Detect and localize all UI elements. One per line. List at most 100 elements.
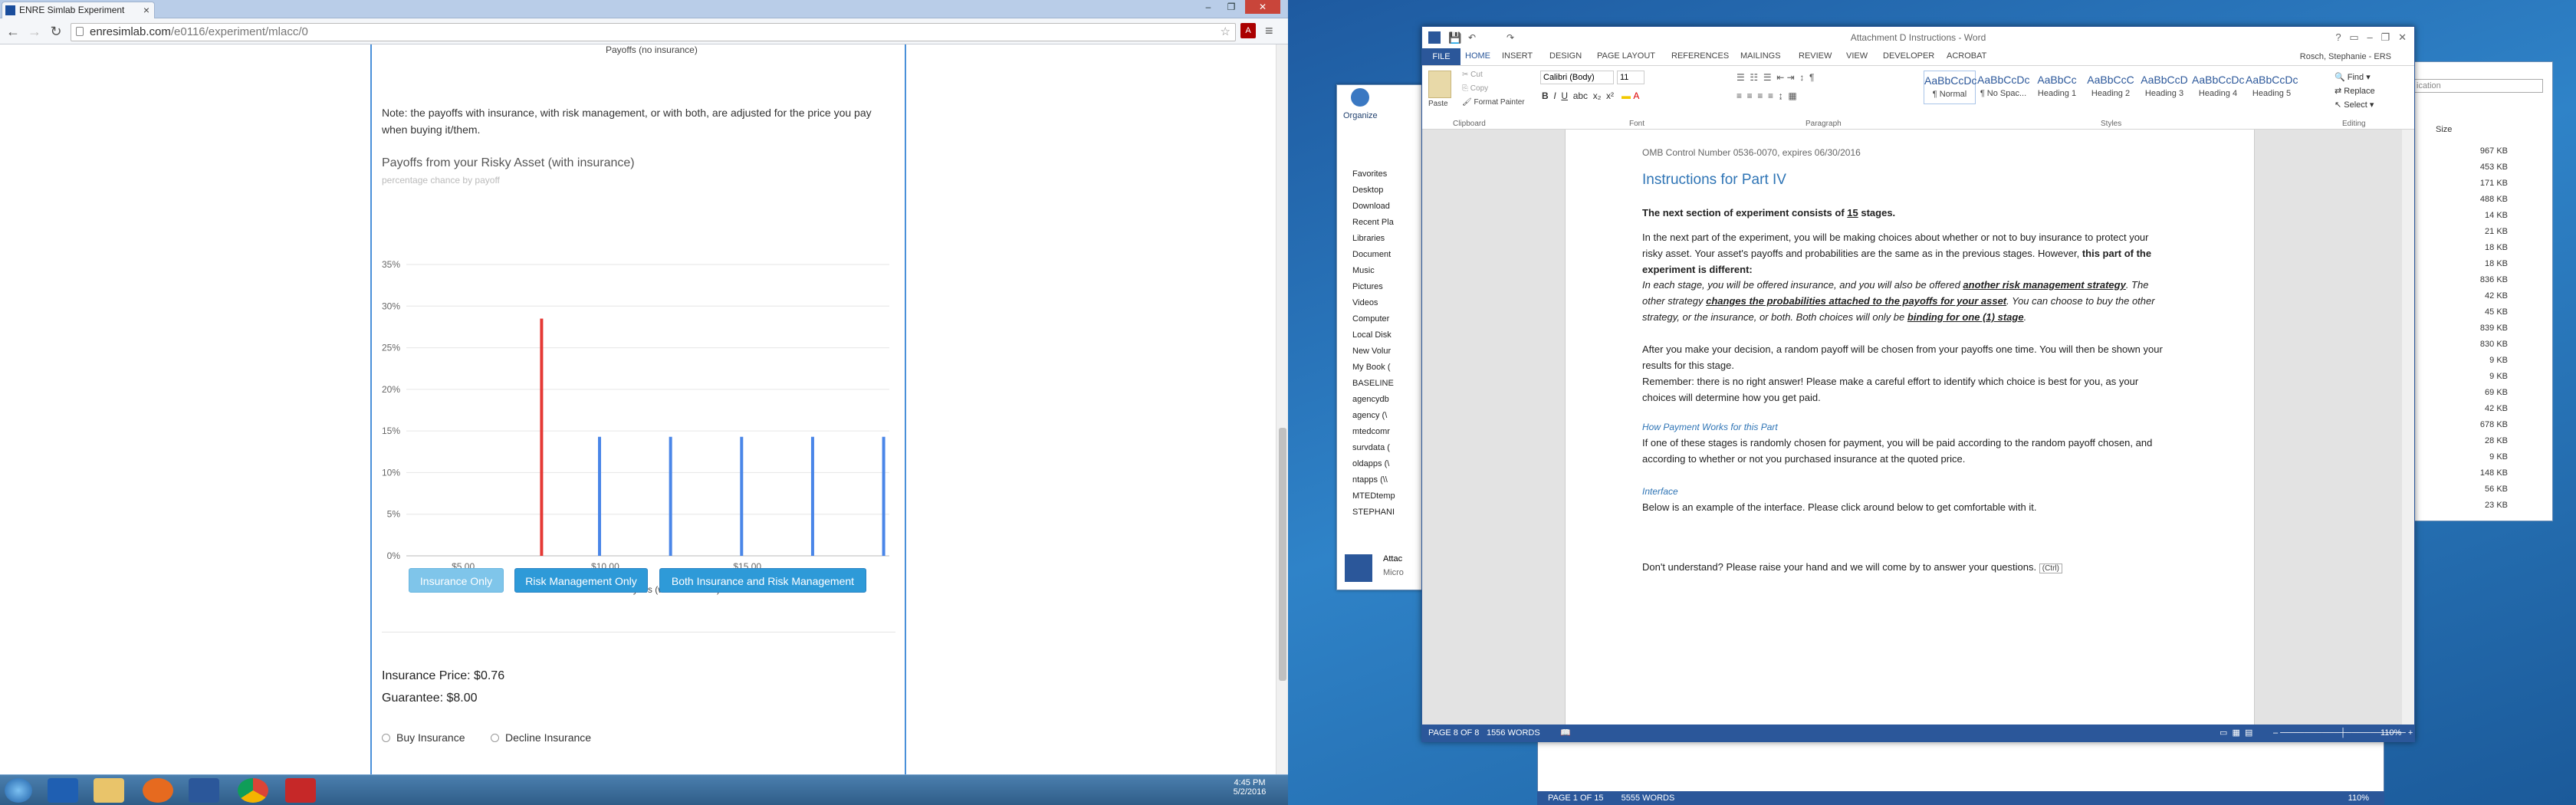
- find-button[interactable]: 🔍 Find ▾: [2334, 71, 2375, 84]
- bookmark-star-icon[interactable]: ☆: [1221, 24, 1230, 41]
- font-size-box[interactable]: 11: [1617, 71, 1644, 84]
- ribbon-tab-design[interactable]: DESIGN: [1549, 51, 1582, 61]
- decline-label: Decline Insurance: [505, 731, 592, 744]
- browser-tab[interactable]: ENRE Simlab Experiment ×: [2, 2, 155, 18]
- guarantee: Guarantee: $8.00: [382, 692, 478, 705]
- file-explorer-icon[interactable]: [94, 778, 124, 803]
- y-tick-label: 25%: [382, 343, 400, 353]
- style-5[interactable]: AaBbCcDc Heading 4: [2192, 71, 2244, 104]
- paragraph-list-icons[interactable]: ☰ ☷ ☰ ⇤ ⇥ ↕ ¶: [1737, 72, 1815, 83]
- editing-commands: 🔍 Find ▾ ⇄ Replace ↖ Select ▾: [2334, 71, 2375, 112]
- minimize-icon[interactable]: –: [1198, 0, 1219, 14]
- account-name[interactable]: Rosch, Stephanie - ERS: [2300, 52, 2391, 61]
- file-size: 171 KB: [2479, 179, 2508, 188]
- menu-icon[interactable]: ≡: [1265, 23, 1273, 39]
- style-1[interactable]: AaBbCcDc ¶ No Spac...: [1977, 71, 2029, 104]
- document-page[interactable]: OMB Control Number 0536-0070, expires 06…: [1565, 130, 2255, 724]
- risk-management-only-button[interactable]: Risk Management Only: [514, 568, 648, 593]
- file-tab[interactable]: FILE: [1422, 48, 1460, 65]
- zoom-level[interactable]: 110%: [2380, 724, 2401, 741]
- style-0[interactable]: AaBbCcDc ¶ Normal: [1924, 71, 1976, 104]
- word-window-controls-icon[interactable]: ? ▭ – ❐ ✕: [2335, 27, 2407, 48]
- status-words[interactable]: 1556 WORDS: [1487, 724, 1540, 741]
- document-scrollbar[interactable]: [2402, 130, 2414, 724]
- ribbon-tab-view[interactable]: VIEW: [1846, 51, 1868, 61]
- bar: [740, 436, 744, 556]
- select-label: Select: [2344, 100, 2367, 110]
- firefox-icon[interactable]: [143, 778, 173, 803]
- scrollbar-thumb[interactable]: [1279, 428, 1286, 681]
- word-status-bar-2: PAGE 1 OF 15 5555 WORDS 110%: [1537, 791, 2384, 805]
- copy-button[interactable]: ⎘ Copy: [1462, 84, 1488, 93]
- style-name: ¶ Normal: [1932, 90, 1967, 99]
- redo-icon[interactable]: ↷: [1506, 27, 1514, 48]
- style-preview: AaBbCcDc: [2192, 74, 2245, 86]
- replace-button[interactable]: ⇄ Replace: [2334, 84, 2375, 98]
- size-column-header[interactable]: Size: [2436, 125, 2452, 134]
- proofing-icon[interactable]: 📖: [1560, 724, 1571, 741]
- font-format-icons[interactable]: B I U abc x₂ x² ▬ A: [1542, 90, 1639, 101]
- quick-save-icon[interactable]: 💾: [1448, 27, 1461, 48]
- ribbon-tab-page-layout[interactable]: PAGE LAYOUT: [1597, 51, 1655, 61]
- ribbon-tab-references[interactable]: REFERENCES: [1671, 51, 1729, 61]
- chrome-icon[interactable]: [238, 778, 268, 803]
- ribbon-tab-insert[interactable]: INSERT: [1502, 51, 1533, 61]
- decline-radio[interactable]: [491, 734, 499, 742]
- buy-radio[interactable]: [382, 734, 390, 742]
- file-size: 9 KB: [2489, 452, 2508, 462]
- organize-button[interactable]: Organize: [1343, 111, 1378, 120]
- both-button[interactable]: Both Insurance and Risk Management: [659, 568, 866, 593]
- start-button-icon[interactable]: [5, 778, 32, 803]
- ribbon-tab-acrobat[interactable]: ACROBAT: [1947, 51, 1986, 61]
- y-tick-label: 35%: [382, 259, 400, 270]
- address-bar[interactable]: enresimlab.com/e0116/experiment/mlacc/0 …: [71, 23, 1236, 41]
- bar: [540, 318, 544, 556]
- ribbon-tab-review[interactable]: REVIEW: [1799, 51, 1832, 61]
- insurance-only-button[interactable]: Insurance Only: [409, 568, 504, 593]
- status2-zoom[interactable]: 110%: [2348, 791, 2369, 805]
- paragraph-align-icons[interactable]: ≡ ≡ ≡ ≡ ↨ ▦: [1737, 90, 1797, 101]
- style-3[interactable]: AaBbCcC Heading 2: [2085, 71, 2137, 104]
- ribbon-tab-mailings[interactable]: MAILINGS: [1740, 51, 1781, 61]
- ribbon-tab-developer[interactable]: DEVELOPER: [1883, 51, 1934, 61]
- close-window-icon[interactable]: ✕: [1245, 0, 1280, 14]
- maximize-icon[interactable]: ❐: [1221, 0, 1242, 14]
- status-page[interactable]: PAGE 8 OF 8: [1428, 724, 1479, 741]
- acrobat-icon[interactable]: [285, 778, 316, 803]
- decline-insurance-option[interactable]: Decline Insurance: [491, 731, 591, 744]
- format-painter-button[interactable]: 🖌 Format Painter: [1462, 98, 1525, 107]
- file-size: 148 KB: [2479, 468, 2508, 478]
- y-tick-label: 15%: [382, 426, 400, 436]
- paste-options-button[interactable]: (Ctrl): [2039, 564, 2062, 573]
- style-2[interactable]: AaBbCc Heading 1: [2031, 71, 2083, 104]
- y-tick-label: 10%: [382, 467, 400, 478]
- file-size: 18 KB: [2485, 243, 2508, 252]
- word-icon[interactable]: [189, 778, 219, 803]
- style-preview: AaBbCcDc: [2246, 74, 2298, 86]
- forward-icon[interactable]: →: [26, 24, 43, 40]
- paste-icon[interactable]: [1428, 71, 1451, 98]
- back-nav-icon[interactable]: [1351, 88, 1369, 107]
- style-4[interactable]: AaBbCcD Heading 3: [2138, 71, 2190, 104]
- view-icons[interactable]: ▭ ▦ ▤: [2220, 724, 2252, 741]
- style-6[interactable]: AaBbCcDc Heading 5: [2246, 71, 2298, 104]
- paste-button[interactable]: Paste: [1428, 100, 1448, 108]
- url-host: enresimlab.com: [90, 25, 171, 38]
- reload-icon[interactable]: ↻: [48, 24, 64, 40]
- note-text: Note: the payoffs with insurance, with r…: [382, 107, 872, 136]
- document-area: OMB Control Number 0536-0070, expires 06…: [1422, 130, 2414, 724]
- select-button[interactable]: ↖ Select ▾: [2334, 98, 2375, 112]
- ribbon-tab-home[interactable]: HOME: [1465, 51, 1490, 61]
- page-scrollbar[interactable]: [1276, 44, 1288, 774]
- clock[interactable]: 4:45 PM 5/2/2016: [1227, 778, 1273, 797]
- bar: [882, 436, 886, 556]
- cut-button[interactable]: ✂ Cut: [1462, 71, 1483, 79]
- font-name-box[interactable]: Calibri (Body): [1540, 71, 1614, 84]
- undo-icon[interactable]: ↶: [1468, 27, 1476, 48]
- buy-insurance-option[interactable]: Buy Insurance: [382, 731, 465, 744]
- pdf-extension-icon[interactable]: A: [1240, 23, 1256, 38]
- search-box[interactable]: ication: [2413, 79, 2543, 93]
- back-icon[interactable]: ←: [5, 24, 21, 40]
- tab-close-icon[interactable]: ×: [143, 2, 150, 18]
- outlook-icon[interactable]: [48, 778, 78, 803]
